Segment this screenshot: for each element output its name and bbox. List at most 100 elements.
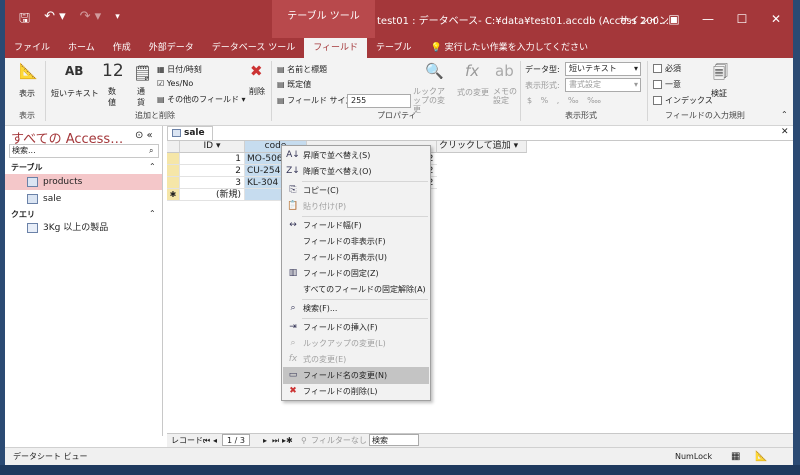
ribbon-display-icon[interactable]: ▣	[657, 0, 691, 38]
format-select[interactable]: 書式設定 ▾	[565, 78, 641, 92]
collapse-section-icon[interactable]: ⌃	[149, 209, 156, 218]
design-view-icon[interactable]: 📐	[755, 448, 767, 465]
memo-settings-button[interactable]: メモの設定	[493, 87, 517, 105]
menu-rename-field[interactable]: ▭ フィールド名の変更(N)	[283, 367, 429, 384]
indexed-checkbox[interactable]: インデックス	[653, 95, 713, 106]
cell-id[interactable]: 2	[180, 165, 245, 177]
menu-insert-field[interactable]: ⇥ フィールドの挿入(F)	[283, 319, 429, 336]
prev-record-icon[interactable]: ◂	[213, 434, 217, 447]
row-selector[interactable]	[167, 153, 180, 165]
menu-unfreeze-all[interactable]: すべてのフィールドの固定解除(A)	[283, 281, 429, 298]
menu-item-label: 昇順で並べ替え(S)	[303, 151, 371, 160]
first-record-icon[interactable]: ⏮	[203, 434, 210, 447]
delete-icon[interactable]: ✖	[250, 62, 263, 80]
cell-new[interactable]: (新規)	[180, 189, 245, 201]
nav-item-label: 3Kg 以上の製品	[43, 223, 109, 233]
formula-change-button[interactable]: 式の変更	[457, 87, 489, 98]
menu-freeze[interactable]: ▥ フィールドの固定(Z)	[283, 265, 429, 282]
tab-file[interactable]: ファイル	[5, 38, 59, 58]
nav-item-products[interactable]: products	[5, 174, 162, 190]
column-header-add[interactable]: クリックして追加 ▾	[437, 141, 527, 153]
save-icon[interactable]: 🖫	[19, 9, 30, 31]
row-selector[interactable]	[167, 165, 180, 177]
menu-delete-field[interactable]: ✖ フィールドの削除(L)	[283, 383, 429, 400]
formula-icon[interactable]: fx	[465, 62, 479, 80]
close-icon[interactable]: ✕	[759, 0, 793, 38]
menu-paste[interactable]: 📋 貼り付け(P)	[283, 198, 429, 215]
customize-icon[interactable]: ▾	[115, 9, 120, 31]
tab-table[interactable]: テーブル	[367, 38, 420, 58]
number-button[interactable]: 数値	[108, 86, 117, 108]
currency-icon[interactable]: 🗒	[133, 64, 152, 82]
nav-section-queries[interactable]: クエリ	[11, 209, 35, 220]
tell-me-box[interactable]: 💡 実行したい作業を入力してください	[431, 38, 589, 58]
cell-id[interactable]: 3	[180, 177, 245, 189]
menu-formula-change[interactable]: fx 式の変更(E)	[283, 351, 429, 368]
menu-sort-desc[interactable]: Z↓ 降順で並べ替え(O)	[283, 163, 429, 180]
more-fields-button[interactable]: ▤ その他のフィールド ▾	[157, 94, 246, 105]
search-icon[interactable]: ⌕	[149, 146, 153, 156]
currency-button[interactable]: 通貨	[137, 86, 146, 108]
next-record-icon[interactable]: ▸	[263, 434, 267, 447]
view-icon[interactable]: 📐	[19, 62, 38, 80]
short-text-icon[interactable]: AB	[65, 64, 83, 78]
short-text-button[interactable]: 短いテキスト	[51, 88, 99, 99]
record-position-input[interactable]: 1 / 3	[222, 434, 250, 446]
new-row-asterisk-icon[interactable]: ✱	[167, 189, 180, 201]
row-selector[interactable]	[167, 177, 180, 189]
yesno-button[interactable]: ☑ Yes/No	[157, 79, 193, 88]
view-button[interactable]: 表示	[19, 88, 35, 99]
field-size-input[interactable]: 255	[347, 94, 411, 108]
tab-external-data[interactable]: 外部データ	[140, 38, 203, 58]
tab-create[interactable]: 作成	[104, 38, 140, 58]
datetime-button[interactable]: ▦ 日付/時刻	[157, 64, 202, 75]
tab-fields[interactable]: フィールド	[304, 38, 368, 58]
collapse-ribbon-icon[interactable]: ⌃	[781, 110, 788, 119]
menu-unhide-fields[interactable]: フィールドの再表示(U)	[283, 249, 429, 266]
unique-checkbox[interactable]: 一意	[653, 79, 681, 90]
nav-item-sale[interactable]: sale	[5, 191, 162, 207]
name-caption-button[interactable]: ▤ 名前と標題	[277, 64, 327, 75]
lookup-icon[interactable]: 🔍	[425, 62, 444, 80]
filter-status[interactable]: フィルターなし	[311, 434, 367, 447]
menu-hide-fields[interactable]: フィールドの非表示(F)	[283, 233, 429, 250]
default-value-button[interactable]: ▤ 既定値	[277, 79, 311, 90]
undo-icon[interactable]: ↶ ▾	[44, 9, 66, 31]
menu-lookup-change[interactable]: ⌕ ルックアップの変更(L)	[283, 335, 429, 352]
required-checkbox[interactable]: 必須	[653, 63, 681, 74]
menu-field-width[interactable]: ↔ フィールド幅(F)	[283, 217, 429, 234]
delete-button[interactable]: 削除	[249, 86, 265, 97]
cell-id[interactable]: 1	[180, 153, 245, 165]
menu-copy[interactable]: ⎘ コピー(C)	[283, 182, 429, 199]
redo-icon[interactable]: ↷ ▾	[80, 9, 102, 31]
menu-sort-asc[interactable]: A↓ 昇順で並べ替え(S)	[283, 147, 429, 164]
number-icon[interactable]: 12	[102, 61, 124, 81]
collapse-section-icon[interactable]: ⌃	[149, 162, 156, 171]
nav-search-input[interactable]: 検索...	[9, 144, 159, 158]
nav-section-tables[interactable]: テーブル	[11, 162, 43, 173]
column-header-id[interactable]: ID ▾	[180, 141, 245, 153]
menu-find[interactable]: ⌕ 検索(F)...	[283, 300, 429, 317]
lookup-change-button[interactable]: ルックアップの変更	[413, 87, 451, 114]
close-document-icon[interactable]: ✕	[781, 127, 789, 137]
validation-button[interactable]: 検証	[711, 88, 727, 99]
data-type-select[interactable]: 短いテキスト ▾	[565, 62, 641, 76]
row-selector-header[interactable]	[167, 141, 180, 153]
validation-icon[interactable]: 🗐	[713, 62, 728, 87]
document-tab-sale[interactable]: sale	[167, 126, 213, 140]
nav-menu-icon[interactable]: ⊙ «	[135, 130, 153, 141]
format-buttons[interactable]: $ % , ‰ ‱	[527, 96, 604, 105]
record-search-input[interactable]: 検索	[369, 434, 419, 446]
memo-icon[interactable]: ab	[495, 62, 514, 80]
datasheet-view-icon[interactable]: ▦	[731, 448, 740, 465]
maximize-icon[interactable]: ☐	[725, 0, 759, 38]
freeze-icon: ▥	[288, 268, 298, 278]
last-record-icon[interactable]: ⏭	[272, 434, 279, 447]
new-record-icon[interactable]: ▸✱	[282, 434, 293, 447]
minimize-icon[interactable]: —	[691, 0, 725, 38]
tab-home[interactable]: ホーム	[59, 38, 104, 58]
nav-item-query[interactable]: 3Kg 以上の製品	[5, 220, 162, 236]
quick-access-toolbar: 🖫 ↶ ▾ ↷ ▾ ▾	[19, 9, 120, 31]
query-icon	[27, 223, 38, 233]
tab-database-tools[interactable]: データベース ツール	[203, 38, 304, 58]
